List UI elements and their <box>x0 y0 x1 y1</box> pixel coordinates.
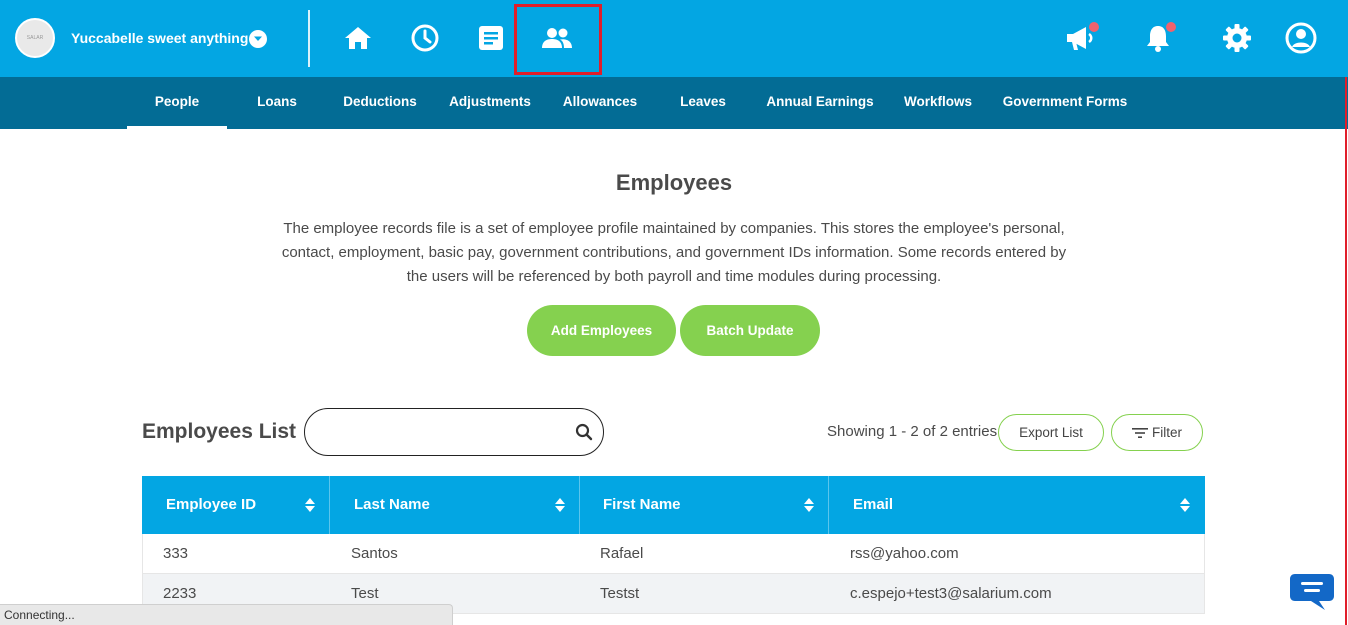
tab-loans[interactable]: Loans <box>237 77 317 129</box>
browser-status-bar: Connecting... <box>0 604 453 625</box>
search-input[interactable] <box>304 408 604 456</box>
cell-first-name: Testst <box>600 585 640 602</box>
sort-icon[interactable] <box>305 498 315 512</box>
sort-icon[interactable] <box>1180 498 1190 512</box>
user-icon[interactable] <box>1283 20 1319 56</box>
header-divider <box>308 10 310 67</box>
tab-government-forms[interactable]: Government Forms <box>1000 77 1130 129</box>
page-description: The employee records file is a set of em… <box>281 220 1067 285</box>
avatar-text: SALAR <box>26 35 44 41</box>
entries-count: Showing 1 - 2 of 2 entries <box>827 423 998 440</box>
column-header-first-name[interactable]: First Name <box>603 476 681 534</box>
column-header-email[interactable]: Email <box>853 476 893 534</box>
home-icon[interactable] <box>340 20 376 56</box>
employees-list-title: Employees List <box>142 420 297 443</box>
cell-email: rss@yahoo.com <box>850 545 959 562</box>
cell-last-name: Santos <box>351 545 398 562</box>
top-bar: SALAR Yuccabelle sweet anything <box>0 0 1348 77</box>
active-tab-indicator <box>127 126 227 129</box>
cell-first-name: Rafael <box>600 545 644 562</box>
sub-navigation: People Loans Deductions Adjustments Allo… <box>0 77 1348 129</box>
window-edge <box>1345 77 1347 625</box>
cell-email: c.espejo+test3@salarium.com <box>850 585 1052 602</box>
filter-icon <box>1132 427 1148 439</box>
employees-table-header: Employee ID Last Name First Name Email <box>142 476 1205 534</box>
column-divider <box>828 476 829 534</box>
sort-icon[interactable] <box>555 498 565 512</box>
add-employees-button[interactable]: Add Employees <box>527 305 676 356</box>
cell-employee-id: 333 <box>163 545 189 562</box>
tab-annual-earnings[interactable]: Annual Earnings <box>760 77 880 129</box>
company-avatar[interactable]: SALAR <box>15 18 55 58</box>
document-icon[interactable] <box>473 20 509 56</box>
gear-icon[interactable] <box>1219 20 1255 56</box>
table-row[interactable]: 333 Santos Rafael rss@yahoo.com <box>142 534 1205 574</box>
column-header-last-name[interactable]: Last Name <box>354 476 430 534</box>
export-list-button[interactable]: Export List <box>998 414 1104 451</box>
tab-workflows[interactable]: Workflows <box>898 77 978 129</box>
company-name[interactable]: Yuccabelle sweet anything <box>71 30 248 46</box>
sort-icon[interactable] <box>804 498 814 512</box>
column-divider <box>579 476 580 534</box>
tab-people[interactable]: People <box>127 77 227 129</box>
column-header-employee-id[interactable]: Employee ID <box>166 476 256 534</box>
filter-button-label: Filter <box>1152 425 1182 440</box>
batch-update-button[interactable]: Batch Update <box>680 305 820 356</box>
tab-deductions[interactable]: Deductions <box>335 77 425 129</box>
page-title: Employees <box>615 170 733 195</box>
tab-leaves[interactable]: Leaves <box>668 77 738 129</box>
tab-allowances[interactable]: Allowances <box>555 77 645 129</box>
chat-icon[interactable] <box>1289 572 1335 612</box>
tab-adjustments[interactable]: Adjustments <box>440 77 540 129</box>
chevron-down-icon[interactable] <box>249 30 267 48</box>
column-divider <box>329 476 330 534</box>
filter-button[interactable]: Filter <box>1111 414 1203 451</box>
clock-icon[interactable] <box>407 20 443 56</box>
search-icon[interactable] <box>575 423 593 446</box>
announcement-dot <box>1089 22 1099 32</box>
notification-dot <box>1166 22 1176 32</box>
selection-highlight <box>514 4 602 75</box>
